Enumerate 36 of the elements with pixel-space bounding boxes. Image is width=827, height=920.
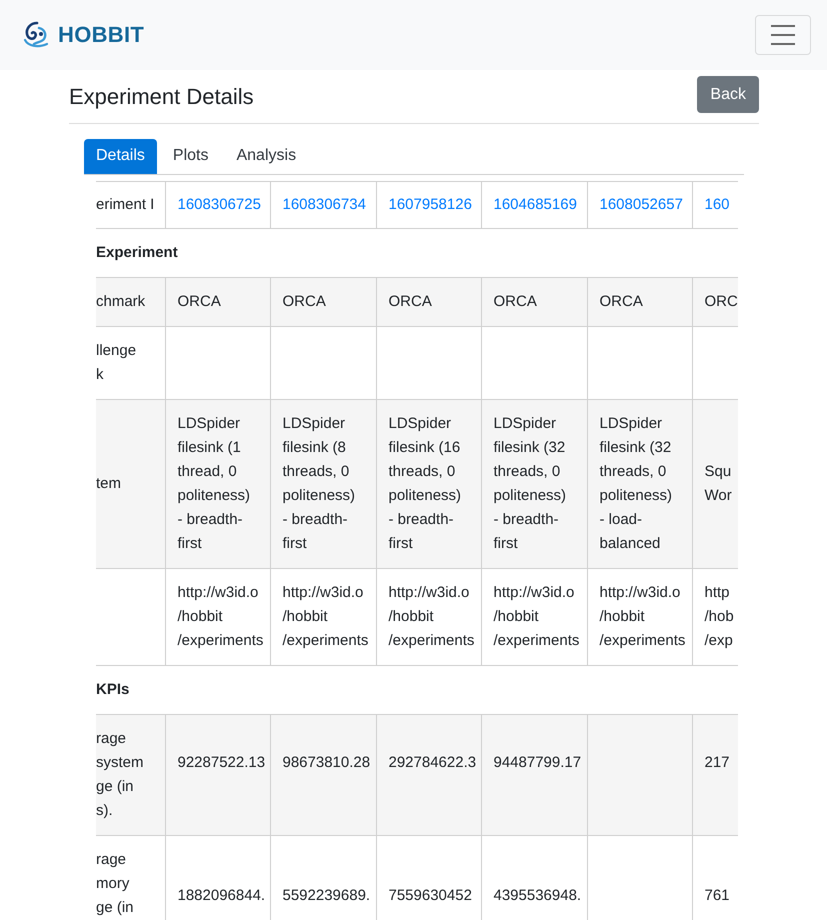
table-cell: ORCA <box>587 278 692 326</box>
table-cell: LDSpider filesink (8 threads, 0 politeness) - breadth- first <box>270 400 376 568</box>
table-cell: 94487799.17 <box>481 714 587 836</box>
page-title: Experiment Details <box>69 84 254 109</box>
table-cell: 292784622.3 <box>376 714 481 836</box>
table-cell: ORC <box>692 278 738 326</box>
table-cell: ORCA <box>481 278 587 326</box>
table-cell: LDSpider filesink (1 thread, 0 politeness) - breadth- first <box>165 400 270 568</box>
brand-name[interactable]: HOBBIT <box>58 22 144 48</box>
table-cell: ORCA <box>270 278 376 326</box>
table-cell: LDSpider filesink (16 threads, 0 politeness) - breadth- first <box>376 400 481 568</box>
table-cell: http://w3id.o /hobbit /experiments <box>165 568 270 666</box>
logo-icon[interactable] <box>22 21 50 49</box>
back-button[interactable]: Back <box>697 76 759 113</box>
table-cell: http://w3id.o /hobbit /experiments <box>270 568 376 666</box>
table-cell: http://w3id.o /hobbit /experiments <box>376 568 481 666</box>
table-cell: 92287522.13 <box>165 714 270 836</box>
row-label: tem <box>96 400 165 568</box>
table-cell: ORCA <box>376 278 481 326</box>
menu-icon <box>771 25 795 45</box>
tab[interactable]: Analysis <box>224 139 308 174</box>
table-cell: Squ Wor <box>692 400 738 568</box>
table-cell: http://w3id.o /hobbit /experiments <box>587 568 692 666</box>
tab[interactable]: Plots <box>160 139 220 174</box>
row-label: chmark <box>96 278 165 326</box>
table-cell: LDSpider filesink (32 threads, 0 politeness) - breadth- first <box>481 400 587 568</box>
table-cell: ORCA <box>165 278 270 326</box>
menu-button[interactable] <box>755 15 811 55</box>
table-cell: LDSpider filesink (32 threads, 0 politeness) - load- balanced <box>587 400 692 568</box>
row-label: rage system ge (in s). <box>96 714 165 836</box>
table-cell: http://w3id.o /hobbit /experiments <box>481 568 587 666</box>
table-cell: 217 <box>692 714 738 836</box>
row-label: eriment I <box>96 182 165 228</box>
row-label: rage mory ge (in <box>96 836 165 920</box>
tab[interactable]: Details <box>84 139 157 174</box>
table-cell: 98673810.28 <box>270 714 376 836</box>
